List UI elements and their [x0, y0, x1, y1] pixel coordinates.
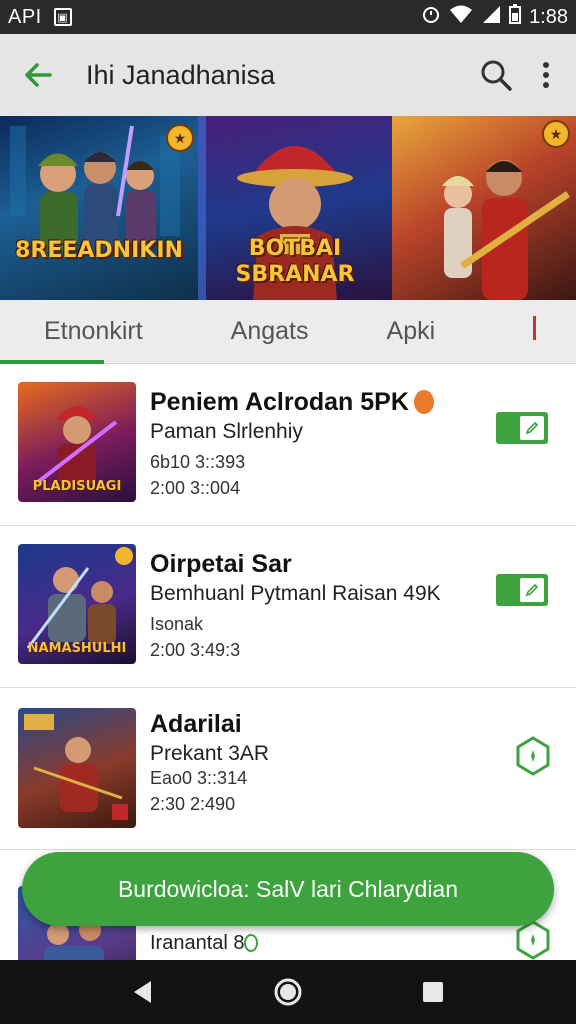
banner-panel-3[interactable]: ★ [392, 116, 576, 300]
download-action-button[interactable]: Burdowicloa: SalV lari Chlarydian [22, 852, 554, 926]
banner-2-title-line2: SBRANAR [235, 262, 355, 287]
item-meta: 2:00 3:49:3 [150, 640, 241, 660]
back-triangle-icon [133, 981, 151, 1003]
tab-overflow-marker [533, 316, 536, 340]
status-time: 1:88 [529, 5, 568, 28]
item-title: Adarilai [150, 710, 242, 738]
badge-icon [414, 390, 434, 414]
shield-icon[interactable] [514, 736, 552, 776]
alarm-icon [421, 4, 441, 30]
item-title: Peniem Aclrodan 5PK [150, 388, 409, 416]
nav-recents-button[interactable] [413, 972, 453, 1012]
tab-bar: Etnonkirt Angats Apki [0, 300, 576, 364]
app-thumbnail: NAMASHULHI [18, 544, 136, 664]
tab-label: Apki [386, 317, 436, 345]
item-meta: Isonak [150, 614, 204, 634]
signal-icon [481, 4, 501, 30]
status-right: 1:88 [421, 4, 568, 30]
list-item[interactable]: PLADISUAGI Peniem Aclrodan 5PK Paman Slr… [0, 364, 576, 526]
item-meta: 2:30 2:490 [150, 794, 236, 814]
system-nav-bar [0, 960, 576, 1024]
search-button[interactable] [468, 47, 524, 103]
list-item[interactable]: Adarilai Prekant 3AR Eao0 3::314 2:30 2:… [0, 688, 576, 850]
banner-panel-2[interactable]: BOTBAI SBRANAR [198, 116, 392, 300]
enable-toggle[interactable] [496, 574, 548, 606]
status-bar: API ▣ 1:88 [0, 0, 576, 34]
status-left-text: API [8, 5, 42, 28]
tab-label: Angats [230, 317, 309, 345]
list-item[interactable]: NAMASHULHI Oirpetai Sar Bemhuanl Pytmanl… [0, 526, 576, 688]
badge-icon: ★ [542, 120, 570, 148]
notification-box-icon: ▣ [53, 8, 72, 26]
page-title: Ihi Janadhanisa [86, 59, 276, 90]
tab-etnonkirt[interactable]: Etnonkirt [44, 300, 143, 364]
tab-label: Etnonkirt [44, 317, 143, 345]
item-title: Oirpetai Sar [150, 550, 292, 578]
item-subtitle: Paman Slrlenhiy [150, 420, 303, 443]
item-meta: 6b10 3::393 [150, 452, 246, 472]
back-arrow-icon [25, 63, 52, 87]
edit-icon [520, 416, 544, 440]
enable-toggle[interactable] [496, 412, 548, 444]
item-subtitle: Prekant 3AR [150, 742, 270, 765]
edit-icon [520, 578, 544, 602]
more-options-button[interactable] [524, 47, 568, 103]
tab-angats[interactable]: Angats [231, 300, 309, 364]
promo-banner: 8REEADNIKIN BOTBAI SBRANAR ★ ★ [0, 116, 576, 300]
back-button[interactable] [8, 45, 68, 105]
nav-back-button[interactable] [123, 972, 163, 1012]
tab-apki[interactable]: Apki [387, 300, 436, 364]
thumb-label: PLADISUAGI [32, 479, 122, 494]
item-subtitle: Iranantal 8 [150, 932, 245, 954]
thumb-label: NAMASHULHI [27, 641, 127, 656]
badge-icon: ★ [166, 124, 194, 152]
status-left: API ▣ [8, 6, 72, 29]
item-meta: Eao0 3::314 [150, 768, 248, 788]
home-circle-icon [274, 978, 302, 1006]
app-thumbnail [18, 708, 136, 828]
recents-square-icon [423, 982, 444, 1002]
action-label: Burdowicloa: SalV lari Chlarydian [117, 875, 459, 902]
item-subtitle: Bemhuanl Pytmanl Raisan 49K [150, 582, 441, 605]
wifi-icon [449, 4, 473, 30]
item-meta: 2:00 3::004 [150, 478, 241, 498]
battery-icon [509, 4, 522, 30]
search-icon [481, 60, 512, 91]
app-thumbnail: PLADISUAGI [18, 382, 136, 502]
badge-icon [244, 934, 258, 952]
nav-home-button[interactable] [268, 972, 308, 1012]
app-bar: Ihi Janadhanisa [0, 34, 576, 116]
more-vert-icon [543, 62, 549, 88]
banner-1-title: 8REEADNIKIN [15, 238, 183, 263]
banner-2-title-line1: BOTBAI [248, 236, 342, 261]
shield-icon[interactable] [514, 920, 552, 960]
game-art-icon [24, 714, 128, 820]
